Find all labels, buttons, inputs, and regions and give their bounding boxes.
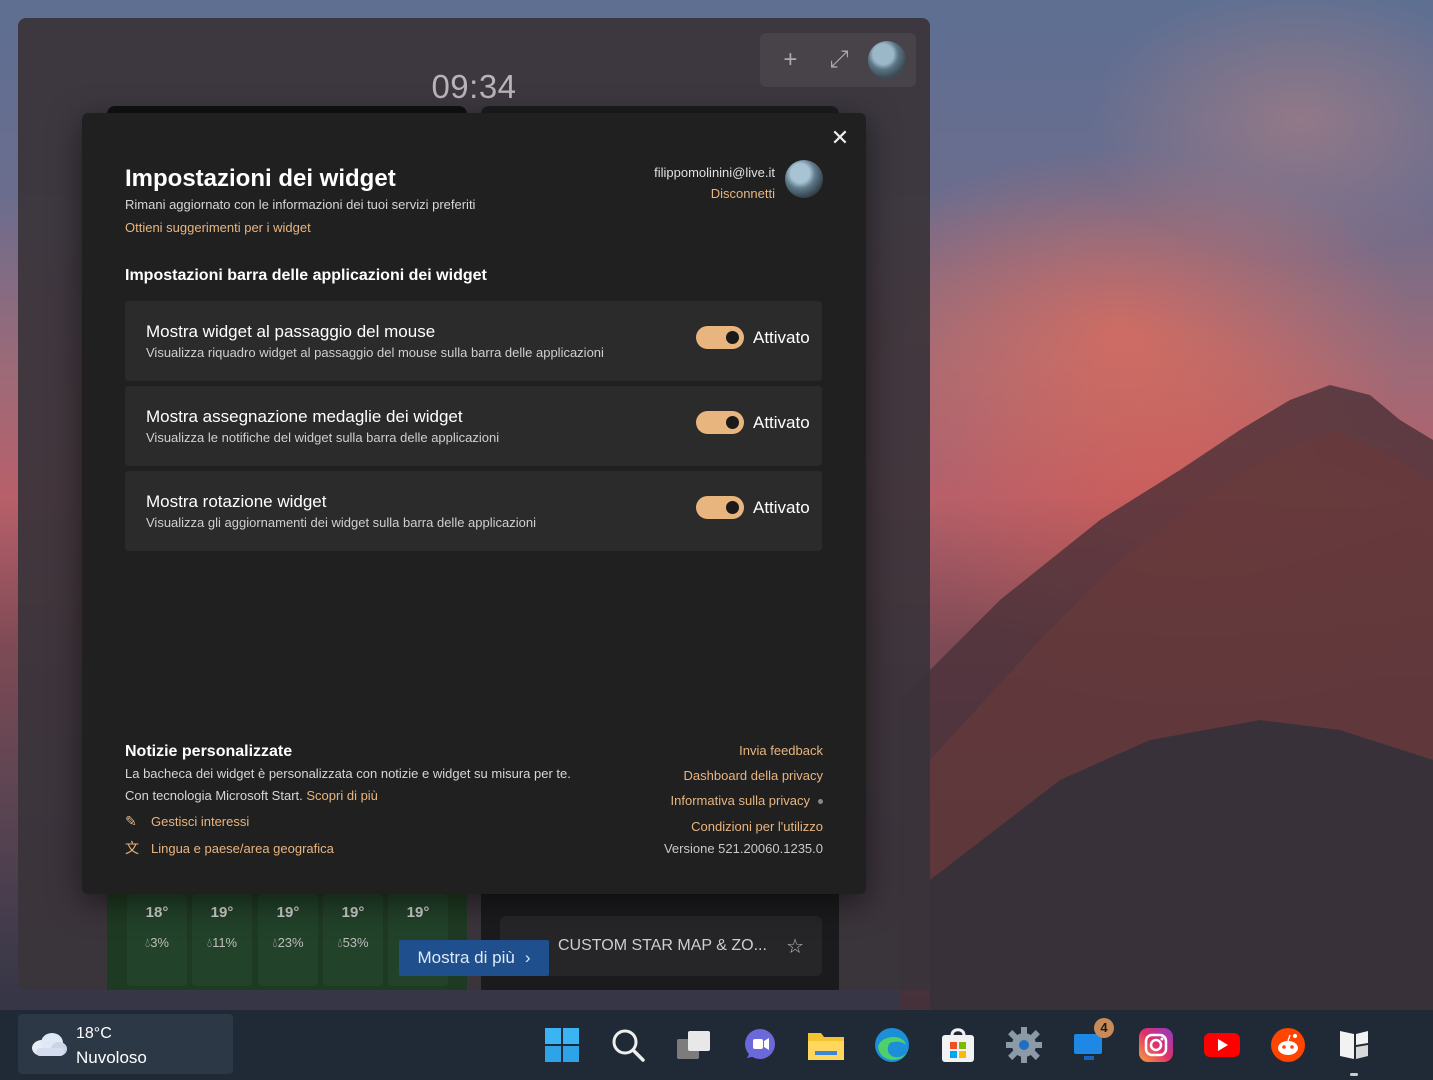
chat-bubble-icon xyxy=(745,1029,775,1059)
gear-icon xyxy=(1006,1027,1042,1063)
taskbar-weather-widget[interactable]: 18°C Nuvoloso xyxy=(18,1014,233,1074)
hover-toggle[interactable] xyxy=(696,326,744,349)
privacy-statement-row: Informativa sulla privacy xyxy=(671,793,823,808)
forecast-temp: 19° xyxy=(210,904,234,921)
toggle-state-label: Attivato xyxy=(753,498,810,517)
setting-row-badges: Mostra assegnazione medaglie dei widget … xyxy=(125,386,822,466)
badges-toggle[interactable] xyxy=(696,411,744,434)
learn-more-link[interactable]: Scopri di più xyxy=(306,788,378,803)
user-avatar[interactable] xyxy=(867,41,906,79)
disconnect-link[interactable]: Disconnetti xyxy=(711,186,775,201)
toggle-knob xyxy=(726,331,739,344)
close-icon[interactable]: ✕ xyxy=(828,125,852,151)
forecast-item: 19° 💧︎11% xyxy=(192,894,252,986)
reddit-logo-icon xyxy=(1271,1028,1305,1062)
language-icon: 文 xyxy=(125,840,139,856)
plus-icon[interactable]: + xyxy=(770,46,810,74)
forecast-rain: 💧︎23% xyxy=(272,935,304,950)
forecast-temp: 19° xyxy=(276,904,300,921)
settings-icon[interactable] xyxy=(1002,1024,1046,1066)
account-email: filippomolinini@live.it xyxy=(654,165,775,180)
forecast-temp: 19° xyxy=(341,904,365,921)
magnifier-icon xyxy=(612,1029,645,1062)
widget-settings-dialog: ✕ Impostazioni dei widget Rimani aggiorn… xyxy=(82,113,866,894)
forecast-rain: 💧︎3% xyxy=(145,935,169,950)
file-explorer-icon[interactable] xyxy=(804,1024,848,1066)
taskbar-icons: 4 xyxy=(540,1018,1376,1076)
setting-name: Mostra rotazione widget xyxy=(146,492,327,511)
taskbar: 18°C Nuvoloso 4 xyxy=(0,1010,1433,1080)
forecast-temp: 18° xyxy=(145,904,169,921)
setting-row-hover: Mostra widget al passaggio del mouse Vis… xyxy=(125,301,822,381)
active-indicator xyxy=(1350,1073,1358,1076)
terms-link[interactable]: Condizioni per l'utilizzo xyxy=(691,819,823,834)
dialog-subtitle: Rimani aggiornato con le informazioni de… xyxy=(125,197,476,212)
store-icon[interactable] xyxy=(936,1024,980,1066)
folder-icon xyxy=(808,1033,844,1060)
setting-description: Visualizza riquadro widget al passaggio … xyxy=(146,345,604,360)
youtube-icon[interactable] xyxy=(1200,1024,1244,1066)
instagram-logo-icon xyxy=(1139,1028,1173,1062)
chevron-right-icon: › xyxy=(524,948,531,967)
setting-name: Mostra assegnazione medaglie dei widget xyxy=(146,407,463,426)
toggle-knob xyxy=(726,416,739,429)
dialog-title: Impostazioni dei widget xyxy=(125,165,396,192)
cloud-icon xyxy=(32,1033,67,1056)
windows-logo-icon xyxy=(545,1028,579,1062)
edge-icon[interactable] xyxy=(870,1024,914,1066)
toggle-state-label: Attivato xyxy=(753,328,810,347)
forecast-item: 19° 💧︎53% xyxy=(323,894,383,986)
setting-description: Visualizza le notifiche del widget sulla… xyxy=(146,430,500,445)
remote-desktop-icon[interactable]: 4 xyxy=(1068,1018,1114,1066)
rotation-toggle[interactable] xyxy=(696,496,744,519)
privacy-statement-link[interactable]: Informativa sulla privacy xyxy=(671,793,810,808)
show-more-button[interactable]: Mostra di più › xyxy=(399,940,549,976)
forecast-rain: 💧︎53% xyxy=(337,935,369,950)
start-icon[interactable] xyxy=(540,1024,584,1066)
section-title: Impostazioni barra delle applicazioni de… xyxy=(125,267,487,284)
forecast-rain: 💧︎11% xyxy=(206,935,238,950)
news-item-title: CUSTOM STAR MAP & ZO... xyxy=(558,937,767,954)
widgets-icon[interactable] xyxy=(1332,1024,1376,1076)
star-icon[interactable]: ☆ xyxy=(786,934,804,959)
version-text: Versione 521.20060.1235.0 xyxy=(663,841,823,856)
forecast-temp: 19° xyxy=(406,904,430,921)
news-description: La bacheca dei widget è personalizzata c… xyxy=(125,766,571,781)
forecast-item: 18° 💧︎3% xyxy=(127,894,187,986)
forecast-item: 19° 💧︎23% xyxy=(258,894,318,986)
pencil-icon: ✎ xyxy=(125,813,137,829)
news-section-title: Notizie personalizzate xyxy=(125,743,293,760)
account-avatar xyxy=(785,160,823,198)
widgets-glyph xyxy=(1340,1031,1368,1059)
reddit-icon[interactable] xyxy=(1266,1024,1310,1066)
suggestions-link[interactable]: Ottieni suggerimenti per i widget xyxy=(125,220,311,235)
setting-name: Mostra widget al passaggio del mouse xyxy=(146,322,436,341)
expand-icon[interactable]: ⤢ xyxy=(819,46,859,74)
feedback-link[interactable]: Invia feedback xyxy=(739,743,823,758)
setting-description: Visualizza gli aggiornamenti dei widget … xyxy=(146,515,536,530)
toggle-knob xyxy=(726,501,739,514)
language-region-link[interactable]: 文 Lingua e paese/area geografica xyxy=(125,838,334,858)
task-view-glyph xyxy=(677,1031,710,1059)
taskbar-weather-condition: Nuvoloso xyxy=(76,1048,147,1067)
setting-row-rotation: Mostra rotazione widget Visualizza gli a… xyxy=(125,471,822,551)
notification-badge: 4 xyxy=(1094,1018,1114,1038)
separator-dot xyxy=(818,799,823,805)
instagram-icon[interactable] xyxy=(1134,1024,1178,1066)
toggle-state-label: Attivato xyxy=(753,413,810,432)
youtube-logo-icon xyxy=(1204,1033,1240,1057)
microsoft-store-icon xyxy=(942,1028,974,1062)
edge-browser-icon xyxy=(875,1028,909,1062)
taskbar-weather-temp: 18°C xyxy=(76,1025,112,1042)
privacy-dashboard-link[interactable]: Dashboard della privacy xyxy=(684,768,823,783)
powered-by-text: Con tecnologia Microsoft Start. Scopri d… xyxy=(125,788,378,803)
teams-chat-icon[interactable] xyxy=(738,1024,782,1066)
board-toolbar: + ⤢ xyxy=(760,33,916,87)
manage-interests-link[interactable]: ✎ Gestisci interessi xyxy=(125,813,249,830)
search-icon[interactable] xyxy=(606,1024,650,1066)
task-view-icon[interactable] xyxy=(672,1024,716,1066)
